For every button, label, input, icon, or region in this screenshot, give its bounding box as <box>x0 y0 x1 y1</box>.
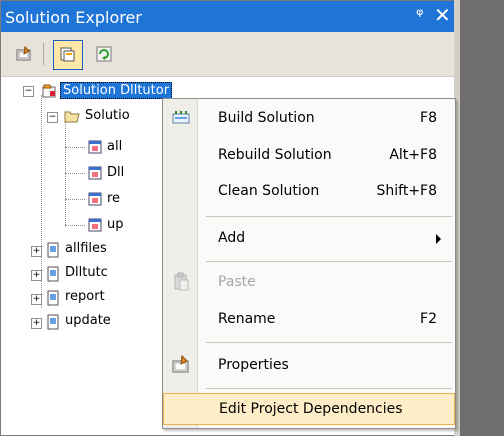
menu-item-label: Rebuild Solution <box>218 147 332 163</box>
file-icon <box>88 140 102 154</box>
tree-line <box>65 147 85 148</box>
menu-separator <box>206 261 452 262</box>
pin-icon[interactable]: ᵠ <box>416 5 423 26</box>
collapse-toggle[interactable]: − <box>47 112 58 123</box>
tree-node-file[interactable]: up <box>107 217 124 232</box>
menu-separator <box>206 388 452 389</box>
menu-item-label: Edit Project Dependencies <box>219 401 403 417</box>
tree-node-project[interactable]: Dlltutc <box>65 265 108 280</box>
tree-line <box>41 135 42 308</box>
menu-item-add[interactable]: Add <box>163 223 455 255</box>
menu-item-shortcut: Shift+F8 <box>376 183 437 199</box>
menu-item-label: Build Solution <box>218 110 315 126</box>
menu-separator <box>206 342 452 343</box>
toolbar-separator <box>43 43 44 65</box>
refresh-icon <box>96 46 112 62</box>
menu-item-label: Add <box>218 230 246 246</box>
menu-item-label: Properties <box>218 357 289 373</box>
expand-toggle[interactable]: + <box>31 318 42 329</box>
menu-item-shortcut: F8 <box>420 110 437 126</box>
tree-line <box>41 95 42 135</box>
project-icon <box>47 314 59 330</box>
properties-icon <box>16 46 31 61</box>
folder-open-icon <box>64 111 80 123</box>
menu-item-shortcut: Alt+F8 <box>389 147 437 163</box>
menu-item-label: Rename <box>218 311 276 327</box>
menu-item-shortcut: F2 <box>420 311 437 327</box>
submenu-arrow-icon <box>436 234 441 244</box>
expand-toggle[interactable]: + <box>31 246 42 257</box>
editor-area <box>460 0 504 436</box>
menu-item-edit-project-dependencies[interactable]: Edit Project Dependencies <box>163 393 455 425</box>
window-titlebar[interactable]: Solution Explorer ᵠ ✕ <box>1 1 454 32</box>
paste-icon <box>174 272 189 291</box>
properties-icon <box>172 355 189 373</box>
tree-node-project[interactable]: update <box>65 313 111 328</box>
menu-item-label: Paste <box>218 274 256 290</box>
collapse-toggle[interactable]: − <box>23 86 34 97</box>
menu-item-label: Clean Solution <box>218 183 320 199</box>
file-icon <box>88 192 102 206</box>
menu-item-rename[interactable]: Rename F2 <box>163 304 455 336</box>
solution-icon <box>42 84 56 98</box>
expand-toggle[interactable]: + <box>31 294 42 305</box>
show-all-files-icon <box>60 47 75 62</box>
tree-line <box>65 199 85 200</box>
window-title: Solution Explorer <box>5 8 142 27</box>
file-icon <box>88 218 102 232</box>
properties-button[interactable] <box>10 40 38 68</box>
close-icon[interactable]: ✕ <box>434 3 451 27</box>
tree-node-file[interactable]: Dll <box>107 165 124 180</box>
project-icon <box>47 290 59 306</box>
tree-line <box>65 225 85 226</box>
menu-item-clean-solution[interactable]: Clean Solution Shift+F8 <box>163 176 455 208</box>
menu-item-rebuild-solution[interactable]: Rebuild Solution Alt+F8 <box>163 140 455 172</box>
refresh-button[interactable] <box>90 40 118 68</box>
tree-node-solution-items[interactable]: Solutio <box>85 108 130 123</box>
menu-item-paste[interactable]: Paste <box>163 267 455 299</box>
context-menu: Build Solution F8 Rebuild Solution Alt+F… <box>162 98 456 429</box>
menu-item-build-solution[interactable]: Build Solution F8 <box>163 103 455 135</box>
tree-node-file[interactable]: re <box>107 191 120 206</box>
expand-toggle[interactable]: + <box>31 270 42 281</box>
tree-node-project[interactable]: allfiles <box>65 241 107 256</box>
tree-node-file[interactable]: all <box>107 139 122 154</box>
tree-line <box>65 173 85 174</box>
tree-node-solution[interactable]: Solution Dlltutor <box>60 82 173 99</box>
file-icon <box>88 166 102 180</box>
project-icon <box>47 266 59 282</box>
tree-node-project[interactable]: report <box>65 289 105 304</box>
tree-node-label: Solution Dlltutor <box>60 82 173 99</box>
project-icon <box>47 242 59 258</box>
menu-item-properties[interactable]: Properties <box>163 350 455 382</box>
explorer-toolbar <box>1 32 454 77</box>
menu-separator <box>206 216 452 217</box>
build-icon <box>172 111 190 124</box>
show-all-files-button[interactable] <box>53 40 83 70</box>
